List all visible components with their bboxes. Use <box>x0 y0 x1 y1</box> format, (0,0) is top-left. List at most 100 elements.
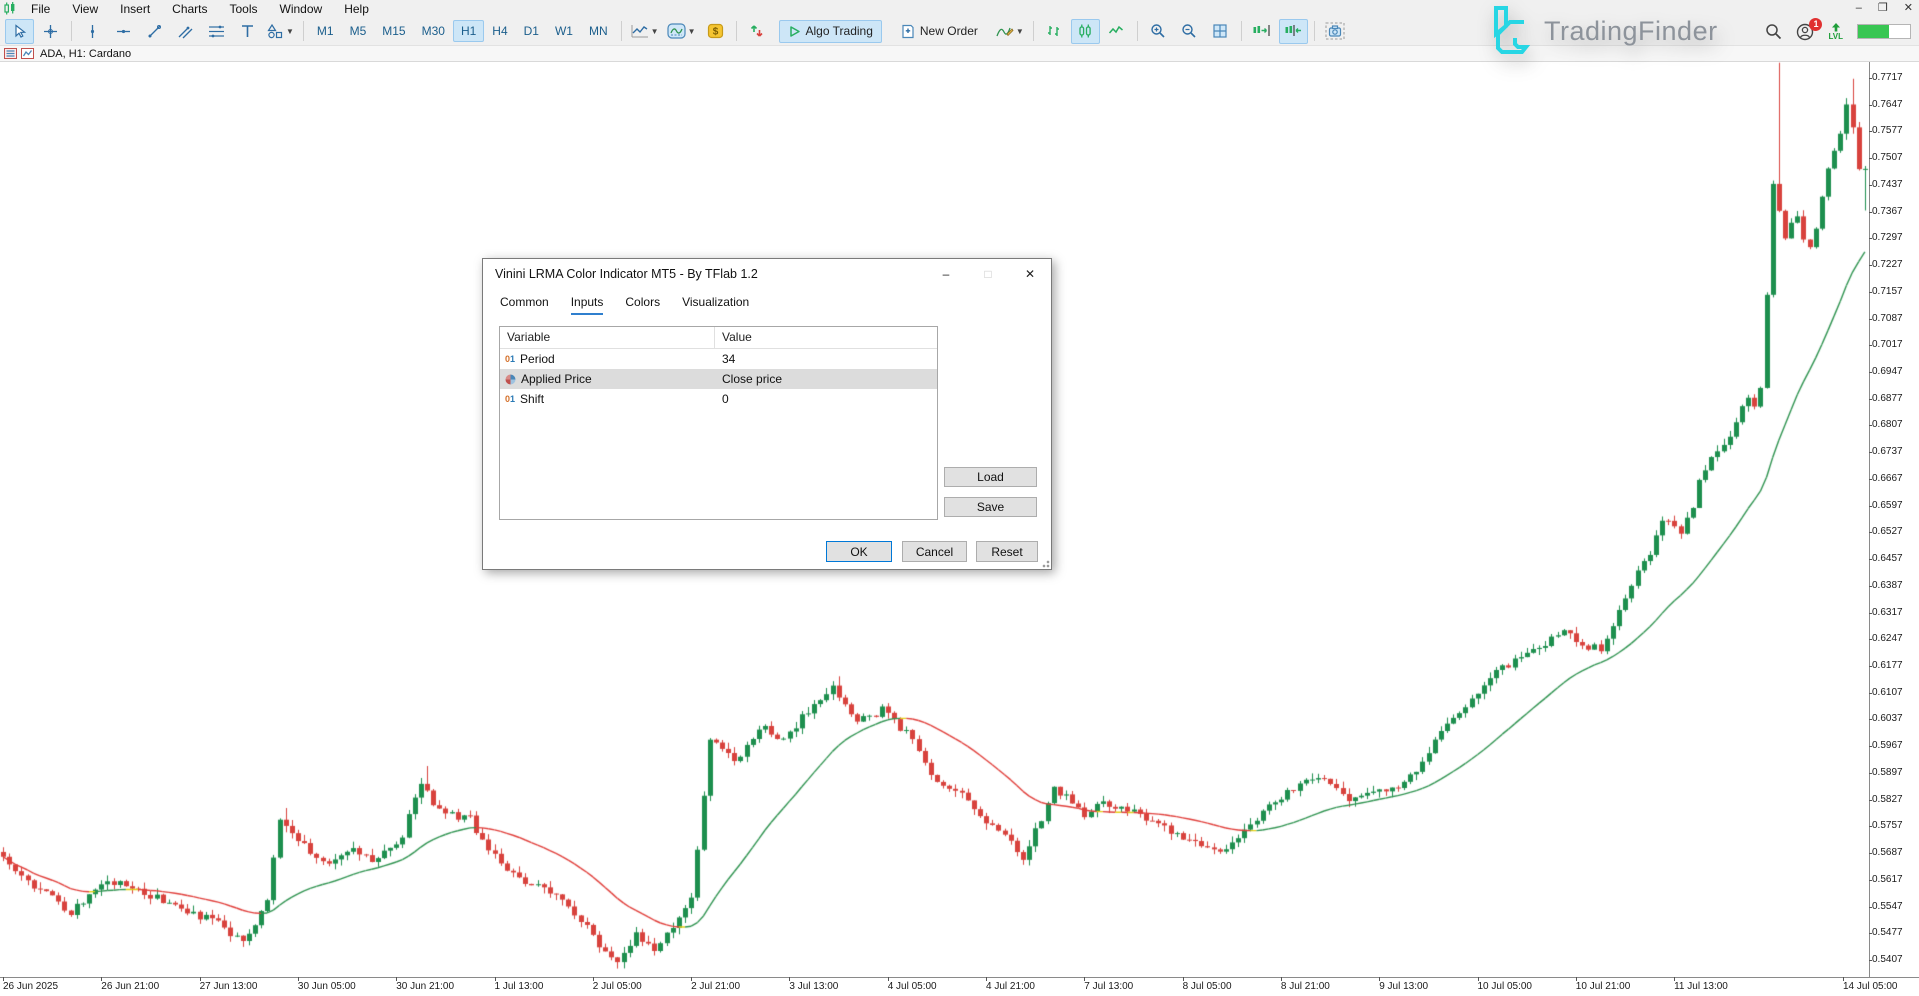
line-studies-icon[interactable]: ▼ <box>628 19 662 44</box>
menu-item-insert[interactable]: Insert <box>109 1 161 17</box>
timeframe-button-m15[interactable]: M15 <box>374 20 413 42</box>
variable-name: Period <box>520 349 555 369</box>
toolbar-right-cluster: 1 LVL <box>1765 17 1911 46</box>
timeframe-button-m30[interactable]: M30 <box>414 20 453 42</box>
column-header-variable: Variable <box>500 327 715 348</box>
tile-windows-icon[interactable] <box>1206 19 1235 44</box>
window-close-button[interactable]: ✕ <box>1904 0 1913 16</box>
vertical-line-icon[interactable] <box>78 19 107 44</box>
symbols-icon[interactable]: $ <box>701 19 730 44</box>
text-icon[interactable] <box>233 19 262 44</box>
reset-button[interactable]: Reset <box>976 541 1038 562</box>
integer-input-icon: 01 <box>505 349 515 369</box>
toolbar-separator <box>1137 21 1138 41</box>
dialog-tab-common[interactable]: Common <box>500 295 549 315</box>
new-order-button[interactable]: New Order <box>892 20 987 43</box>
chevron-down-icon: ▼ <box>688 27 696 36</box>
horizontal-line-icon[interactable] <box>109 19 138 44</box>
menu-item-tools[interactable]: Tools <box>219 1 269 17</box>
timeframe-button-mn[interactable]: MN <box>581 20 616 42</box>
time-tick-label: 3 Jul 13:00 <box>789 981 838 992</box>
time-tick-label: 9 Jul 13:00 <box>1379 981 1428 992</box>
fibonacci-icon[interactable] <box>202 19 231 44</box>
main-toolbar: ▼ M1M5M15M30H1H4D1W1MN ▼ ▼ $ Algo Tradin… <box>0 17 1919 46</box>
table-row[interactable]: 01Period34 <box>500 349 937 369</box>
window-minimize-button[interactable]: – <box>1856 0 1862 16</box>
window-restore-button[interactable]: ❐ <box>1878 0 1888 16</box>
price-tick-label: 0.6877 <box>1872 393 1903 404</box>
line-chart-mode-icon[interactable] <box>1102 19 1131 44</box>
toolbar-separator <box>736 21 737 41</box>
shift-chart-left-icon[interactable] <box>1279 19 1308 44</box>
bar-chart-mode-icon[interactable] <box>1040 19 1069 44</box>
table-row[interactable]: 01Shift0 <box>500 389 937 409</box>
chart-title-bar[interactable]: ADA, H1: Cardano <box>0 46 1919 62</box>
menu-item-charts[interactable]: Charts <box>161 1 218 17</box>
timeframe-button-m1[interactable]: M1 <box>309 20 342 42</box>
dialog-tab-inputs[interactable]: Inputs <box>571 295 604 315</box>
window-controls: – ❐ ✕ <box>1856 0 1913 16</box>
price-axis[interactable]: 0.77170.76470.75770.75070.74370.73670.72… <box>1869 62 1919 978</box>
time-axis[interactable]: 26 Jun 202526 Jun 21:0027 Jun 13:0030 Ju… <box>0 977 1919 996</box>
time-tick-label: 26 Jun 21:00 <box>101 981 159 992</box>
timeframe-button-d1[interactable]: D1 <box>516 20 547 42</box>
dialog-tabs: Common Inputs Colors Visualization <box>483 289 1051 315</box>
menu-item-window[interactable]: Window <box>269 1 334 17</box>
time-tick-label: 10 Jul 05:00 <box>1478 981 1533 992</box>
dialog-tab-visualization[interactable]: Visualization <box>682 295 749 315</box>
price-tick-label: 0.6037 <box>1872 713 1903 724</box>
screenshot-icon[interactable] <box>1321 19 1350 44</box>
price-tick-label: 0.5617 <box>1872 874 1903 885</box>
time-tick-label: 8 Jul 05:00 <box>1183 981 1232 992</box>
level-up-arrow-icon <box>1831 23 1841 32</box>
candle-chart-mode-icon[interactable] <box>1071 19 1100 44</box>
dialog-minimize-button[interactable]: – <box>925 259 967 289</box>
chart-tab-label: ADA, H1: Cardano <box>40 48 131 60</box>
zoom-in-icon[interactable] <box>1144 19 1173 44</box>
load-button[interactable]: Load <box>944 467 1037 487</box>
zoom-out-icon[interactable] <box>1175 19 1204 44</box>
price-tick-label: 0.5897 <box>1872 767 1903 778</box>
svg-text:$: $ <box>712 27 718 38</box>
shift-chart-right-icon[interactable] <box>1248 19 1277 44</box>
profile-icon[interactable]: 1 <box>1796 23 1814 41</box>
timeframe-button-m5[interactable]: M5 <box>342 20 375 42</box>
inputs-table-header: Variable Value <box>500 327 937 349</box>
timeframe-button-h4[interactable]: H4 <box>484 20 515 42</box>
toolbar-separator <box>303 21 304 41</box>
dialog-resize-grip[interactable] <box>1040 558 1050 568</box>
notification-badge: 1 <box>1809 18 1822 31</box>
cursor-icon[interactable] <box>5 19 34 44</box>
chart-objects-icon[interactable]: ▼ <box>993 19 1027 44</box>
trendline-icon[interactable] <box>140 19 169 44</box>
shapes-icon[interactable]: ▼ <box>264 19 297 44</box>
price-tick-label: 0.6107 <box>1872 687 1903 698</box>
level-indicator[interactable]: LVL <box>1828 23 1843 41</box>
price-tick-label: 0.6947 <box>1872 366 1903 377</box>
timeframe-button-h1[interactable]: H1 <box>453 20 484 42</box>
table-row[interactable]: Applied PriceClose price <box>500 369 937 389</box>
dialog-title-bar[interactable]: Vinini LRMA Color Indicator MT5 - By TFl… <box>483 259 1051 289</box>
crosshair-icon[interactable] <box>36 19 65 44</box>
cancel-button[interactable]: Cancel <box>902 541 967 562</box>
inputs-table: Variable Value 01Period34Applied PriceCl… <box>499 326 938 520</box>
menu-item-view[interactable]: View <box>61 1 109 17</box>
ok-button[interactable]: OK <box>826 541 892 562</box>
price-tick-label: 0.6247 <box>1872 633 1903 644</box>
chart-window-icon <box>21 48 34 59</box>
menu-item-file[interactable]: File <box>20 1 61 17</box>
save-button[interactable]: Save <box>944 497 1037 517</box>
price-tick-label: 0.5757 <box>1872 820 1903 831</box>
dialog-maximize-button[interactable]: □ <box>967 259 1009 289</box>
menu-item-help[interactable]: Help <box>333 1 380 17</box>
dialog-tab-colors[interactable]: Colors <box>625 295 660 315</box>
time-tick-label: 10 Jul 21:00 <box>1576 981 1631 992</box>
dialog-close-button[interactable]: ✕ <box>1009 259 1051 289</box>
depth-of-market-icon[interactable] <box>743 19 772 44</box>
timeframe-button-w1[interactable]: W1 <box>547 20 581 42</box>
price-tick-label: 0.6527 <box>1872 526 1903 537</box>
algo-trading-button[interactable]: Algo Trading <box>779 20 882 43</box>
search-icon[interactable] <box>1765 23 1782 40</box>
indicators-icon[interactable]: ▼ <box>664 19 699 44</box>
channel-icon[interactable] <box>171 19 200 44</box>
